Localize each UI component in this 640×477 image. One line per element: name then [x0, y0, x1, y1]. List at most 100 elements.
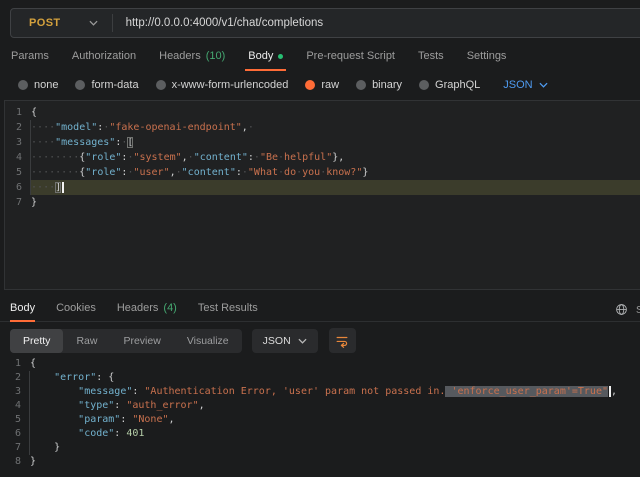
tab-authorization[interactable]: Authorization [72, 50, 136, 71]
line-number: 2 [4, 371, 30, 385]
line-number: 8 [4, 455, 30, 469]
code-line-content: "message": "Authentication Error, 'user'… [29, 385, 640, 399]
line-number: 6 [5, 180, 31, 195]
radio-icon [156, 80, 166, 90]
tab-tests[interactable]: Tests [418, 50, 444, 71]
code-line: 2····"model":·"fake-openai-endpoint",· [5, 120, 640, 135]
line-number: 1 [4, 357, 30, 371]
line-number: 1 [5, 105, 31, 120]
response-body-viewer[interactable]: 1{2 "error": {3 "message": "Authenticati… [4, 357, 640, 469]
mode-form-data[interactable]: form-data [75, 79, 138, 91]
tab-label: Cookies [56, 302, 96, 314]
line-number: 7 [5, 195, 31, 210]
mode-binary[interactable]: binary [356, 79, 402, 91]
text-cursor [62, 182, 64, 193]
line-number: 6 [4, 427, 30, 441]
view-switcher: Pretty Raw Preview Visualize [10, 329, 242, 353]
view-visualize[interactable]: Visualize [174, 329, 242, 353]
request-tabs: Params Authorization Headers (10) Body Pr… [11, 50, 506, 71]
word-wrap-button[interactable] [329, 328, 356, 353]
mode-label: binary [372, 79, 402, 91]
status-text-clipped: S [636, 305, 640, 316]
mode-raw[interactable]: raw [305, 79, 339, 91]
mode-label: GraphQL [435, 79, 480, 91]
code-line: 7 } [4, 441, 640, 455]
response-toolbar: Pretty Raw Preview Visualize JSON [10, 328, 356, 353]
code-line-content: } [30, 455, 640, 469]
code-line: 5········{"role":·"user",·"content":·"Wh… [5, 165, 640, 180]
tab-label: Settings [467, 50, 507, 62]
tab-label: Body [248, 50, 273, 62]
code-line-content: "type": "auth_error", [29, 399, 640, 413]
radio-icon [18, 80, 28, 90]
request-code: 1{2····"model":·"fake-openai-endpoint",·… [5, 105, 640, 210]
code-line: 3 "message": "Authentication Error, 'use… [4, 385, 640, 399]
line-number: 3 [4, 385, 30, 399]
tab-label: Body [10, 302, 35, 314]
code-line: 4········{"role":·"system",·"content":·"… [5, 150, 640, 165]
view-raw[interactable]: Raw [63, 329, 110, 353]
code-line: 8} [4, 455, 640, 469]
view-preview[interactable]: Preview [110, 329, 173, 353]
code-line-content: ····"messages":·[ [30, 135, 640, 150]
tab-label: Params [11, 50, 49, 62]
response-tab-test-results[interactable]: Test Results [198, 302, 258, 322]
chevron-down-icon[interactable] [89, 20, 98, 26]
radio-icon [356, 80, 366, 90]
code-line-content: "param": "None", [29, 413, 640, 427]
tab-label: Headers [159, 50, 201, 62]
line-number: 3 [5, 135, 31, 150]
radio-icon [419, 80, 429, 90]
response-tabs: Body Cookies Headers(4) Test Results [10, 302, 258, 322]
code-line: 7} [5, 195, 640, 210]
postman-app: { "colors": { "accent_orange": "#ff6c37"… [0, 0, 640, 477]
code-line-content: { [31, 105, 640, 120]
headers-count-badge: (10) [206, 50, 226, 62]
request-url-bar: POST http://0.0.0.0:4000/v1/chat/complet… [10, 8, 640, 38]
tab-headers[interactable]: Headers (10) [159, 50, 225, 71]
mode-label: raw [321, 79, 339, 91]
response-type-select[interactable]: JSON [252, 329, 318, 353]
line-number: 4 [4, 399, 30, 413]
url-input[interactable]: http://0.0.0.0:4000/v1/chat/completions [126, 17, 324, 29]
response-tab-cookies[interactable]: Cookies [56, 302, 96, 322]
code-line-content: ········{"role":·"system",·"content":·"B… [30, 150, 640, 165]
code-line: 3····"messages":·[ [5, 135, 640, 150]
tab-label: Headers [117, 302, 159, 314]
code-line-content: { [30, 357, 640, 371]
tab-prerequest-script[interactable]: Pre-request Script [306, 50, 395, 71]
raw-type-select[interactable]: JSON [503, 79, 547, 91]
code-line-content: ····"model":·"fake-openai-endpoint",· [30, 120, 640, 135]
tab-settings[interactable]: Settings [467, 50, 507, 71]
method-selector[interactable]: POST [11, 17, 61, 29]
line-number: 4 [5, 150, 31, 165]
view-pretty[interactable]: Pretty [10, 329, 63, 353]
tab-body[interactable]: Body [248, 50, 283, 71]
tab-label: Authorization [72, 50, 136, 62]
word-wrap-icon [335, 334, 349, 348]
mode-none[interactable]: none [18, 79, 58, 91]
request-body-editor[interactable]: 1{2····"model":·"fake-openai-endpoint",·… [4, 100, 640, 290]
line-number: 2 [5, 120, 31, 135]
code-line: 5 "param": "None", [4, 413, 640, 427]
code-line-content: ····] [30, 180, 640, 195]
mode-label: form-data [91, 79, 138, 91]
code-line-content: "code": 401 [29, 427, 640, 441]
code-line-content: } [29, 441, 640, 455]
code-line: 6 "code": 401 [4, 427, 640, 441]
globe-icon[interactable] [615, 303, 628, 316]
divider [112, 14, 113, 32]
response-tab-body[interactable]: Body [10, 302, 35, 322]
response-code: 1{2 "error": {3 "message": "Authenticati… [4, 357, 640, 469]
code-line: 4 "type": "auth_error", [4, 399, 640, 413]
radio-icon [75, 80, 85, 90]
response-tab-headers[interactable]: Headers(4) [117, 302, 177, 322]
radio-selected-icon [305, 80, 315, 90]
mode-x-www-form-urlencoded[interactable]: x-www-form-urlencoded [156, 79, 289, 91]
code-line-content: "error": { [29, 371, 640, 385]
mode-graphql[interactable]: GraphQL [419, 79, 480, 91]
tab-label: Pre-request Script [306, 50, 395, 62]
code-line: 1{ [4, 357, 640, 371]
tab-params[interactable]: Params [11, 50, 49, 71]
code-line: 1{ [5, 105, 640, 120]
